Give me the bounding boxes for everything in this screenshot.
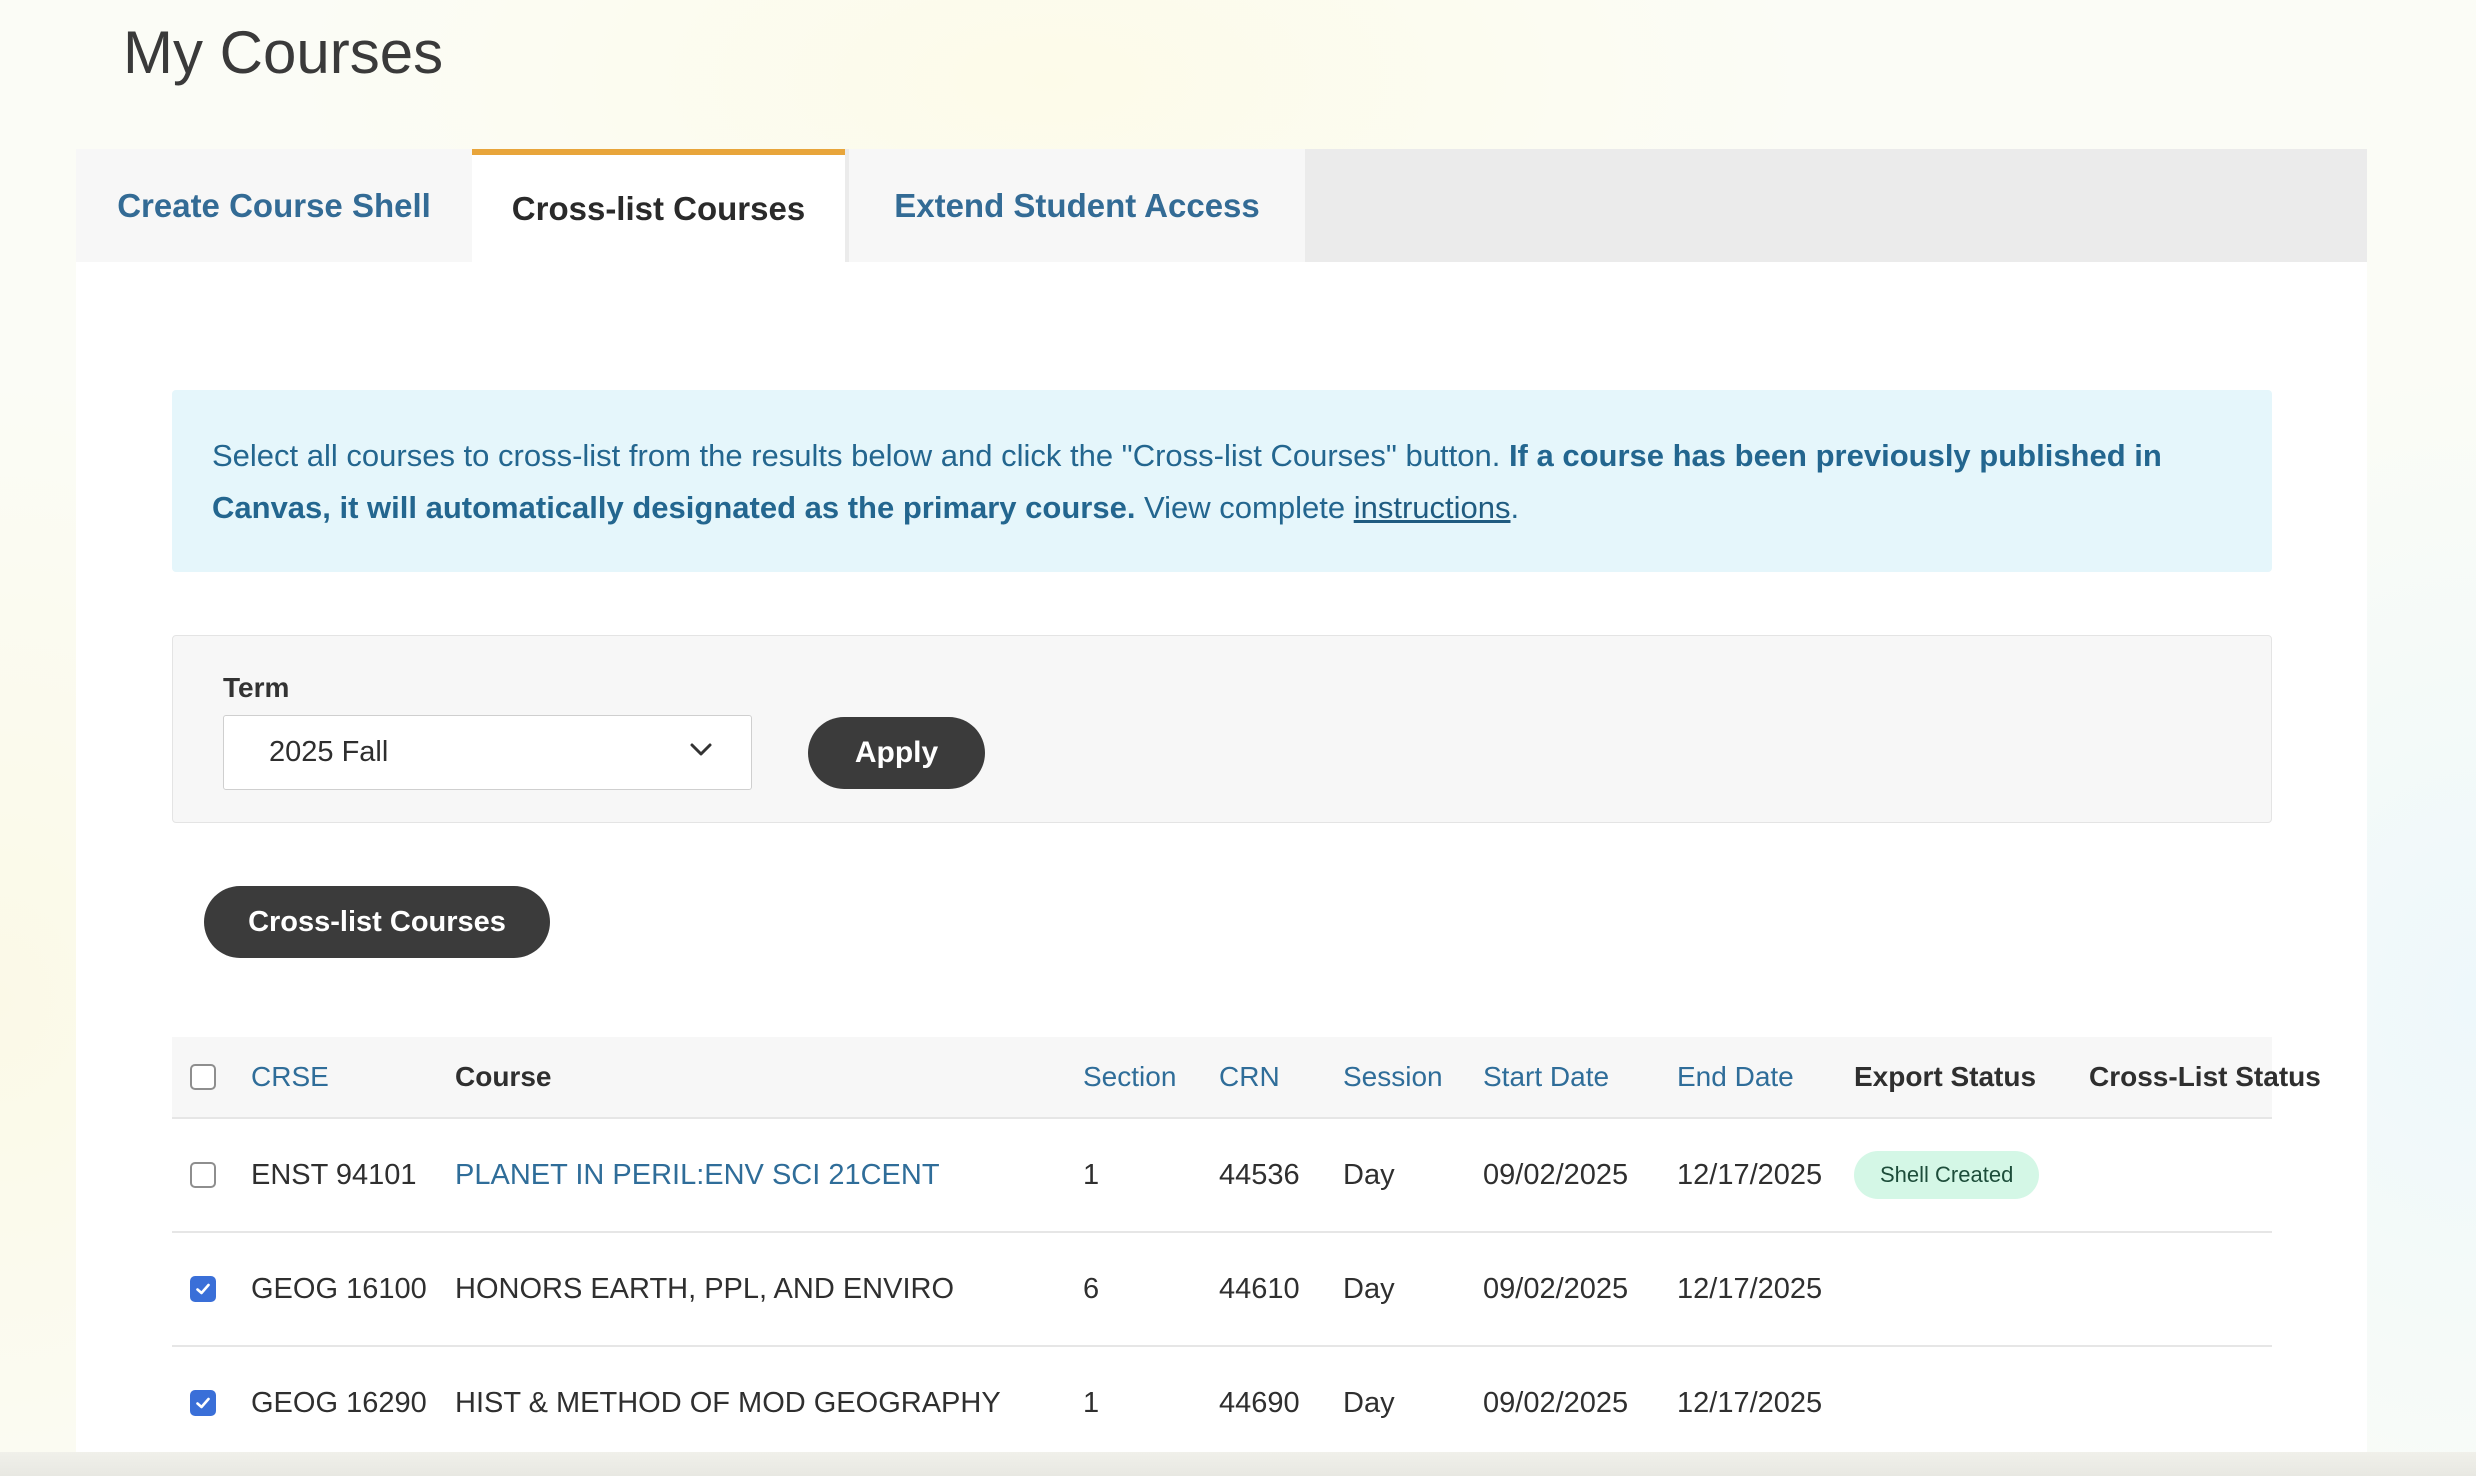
row-select-cell bbox=[190, 1119, 216, 1231]
tab-cross-list-courses[interactable]: Cross-list Courses bbox=[472, 149, 845, 262]
cell-section: 6 bbox=[1083, 1272, 1100, 1305]
courses-table: CRSE Course Section CRN Session Start Da… bbox=[172, 1037, 2321, 1461]
alert-text-2: View complete bbox=[1135, 490, 1354, 525]
chevron-down-icon bbox=[690, 743, 712, 756]
status-badge: Shell Created bbox=[1854, 1151, 2040, 1199]
tab-create-course-shell[interactable]: Create Course Shell bbox=[76, 149, 472, 262]
cell-crn: 44610 bbox=[1219, 1272, 1300, 1305]
cell-end-date: 12/17/2025 bbox=[1677, 1386, 1823, 1419]
cell-section: 1 bbox=[1083, 1386, 1100, 1419]
cross-list-courses-button[interactable]: Cross-list Courses bbox=[204, 886, 550, 958]
cell-crse: GEOG 16100 bbox=[251, 1272, 427, 1305]
cell-end-date: 12/17/2025 bbox=[1677, 1272, 1823, 1305]
page-title: My Courses bbox=[123, 19, 444, 86]
cell-start-date: 09/02/2025 bbox=[1483, 1158, 1629, 1191]
tab-bar: Create Course Shell Cross-list Courses E… bbox=[76, 149, 2367, 262]
table-header: CRSE Course Section CRN Session Start Da… bbox=[172, 1037, 2321, 1119]
term-selected-value: 2025 Fall bbox=[269, 736, 389, 768]
term-label: Term bbox=[223, 672, 290, 703]
row-checkbox[interactable] bbox=[190, 1162, 216, 1188]
alert-text-3: . bbox=[1510, 490, 1520, 525]
cell-start-date: 09/02/2025 bbox=[1483, 1386, 1629, 1419]
info-alert: Select all courses to cross-list from th… bbox=[172, 390, 2272, 572]
header-export-status: Export Status bbox=[1854, 1061, 2037, 1092]
check-icon bbox=[196, 1397, 210, 1409]
cell-end-date: 12/17/2025 bbox=[1677, 1158, 1823, 1191]
cell-start-date: 09/02/2025 bbox=[1483, 1272, 1629, 1305]
tab-panel: Select all courses to cross-list from th… bbox=[76, 262, 2367, 1476]
apply-button[interactable]: Apply bbox=[808, 717, 985, 789]
row-select-cell bbox=[190, 1347, 216, 1459]
table-row: GEOG 16290 HIST & METHOD OF MOD GEOGRAPH… bbox=[172, 1347, 2272, 1461]
cell-session: Day bbox=[1343, 1386, 1395, 1419]
cell-section: 1 bbox=[1083, 1158, 1100, 1191]
table-row: ENST 94101 PLANET IN PERIL:ENV SCI 21CEN… bbox=[172, 1119, 2272, 1233]
page-bottom-edge bbox=[0, 1452, 2476, 1476]
cell-crse: ENST 94101 bbox=[251, 1158, 417, 1191]
cell-course: HIST & METHOD OF MOD GEOGRAPHY bbox=[455, 1386, 1001, 1419]
check-icon bbox=[196, 1283, 210, 1295]
cell-course: PLANET IN PERIL:ENV SCI 21CENT bbox=[455, 1119, 940, 1231]
filter-panel: Term 2025 Fall Apply bbox=[172, 635, 2272, 823]
row-checkbox[interactable] bbox=[190, 1276, 216, 1302]
select-all-checkbox[interactable] bbox=[190, 1064, 216, 1090]
cell-crn: 44536 bbox=[1219, 1158, 1300, 1191]
cell-session: Day bbox=[1343, 1158, 1395, 1191]
select-all-cell bbox=[190, 1037, 216, 1117]
header-crn[interactable]: CRN bbox=[1219, 1037, 1280, 1117]
tab-extend-student-access[interactable]: Extend Student Access bbox=[849, 149, 1305, 262]
cell-crn: 44690 bbox=[1219, 1386, 1300, 1419]
alert-text: Select all courses to cross-list from th… bbox=[212, 438, 1509, 473]
header-cross-list-status: Cross-List Status bbox=[2089, 1061, 2321, 1092]
header-session[interactable]: Session bbox=[1343, 1037, 1443, 1117]
header-course: Course bbox=[455, 1061, 552, 1092]
course-link[interactable]: PLANET IN PERIL:ENV SCI 21CENT bbox=[455, 1159, 940, 1192]
header-section[interactable]: Section bbox=[1083, 1037, 1176, 1117]
cell-course: HONORS EARTH, PPL, AND ENVIRO bbox=[455, 1272, 955, 1305]
header-end-date[interactable]: End Date bbox=[1677, 1037, 1794, 1117]
row-checkbox[interactable] bbox=[190, 1390, 216, 1416]
cell-crse: GEOG 16290 bbox=[251, 1386, 427, 1419]
table-row: GEOG 16100 HONORS EARTH, PPL, AND ENVIRO… bbox=[172, 1233, 2272, 1347]
cell-session: Day bbox=[1343, 1272, 1395, 1305]
instructions-link[interactable]: instructions bbox=[1354, 490, 1511, 525]
term-select[interactable]: 2025 Fall bbox=[223, 715, 752, 790]
header-start-date[interactable]: Start Date bbox=[1483, 1037, 1609, 1117]
header-crse[interactable]: CRSE bbox=[251, 1037, 329, 1117]
cell-export-status: Shell Created bbox=[1854, 1119, 2040, 1231]
row-select-cell bbox=[190, 1233, 216, 1345]
